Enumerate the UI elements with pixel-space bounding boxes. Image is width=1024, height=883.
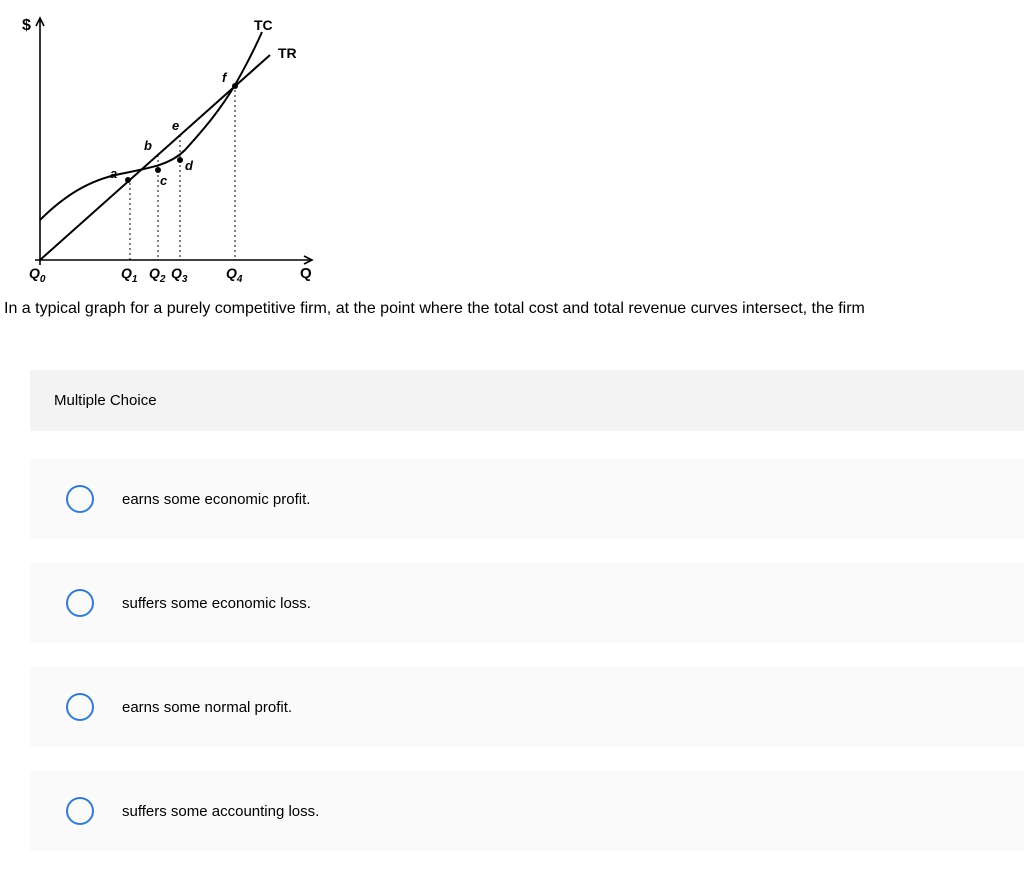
point-c: c (160, 173, 168, 188)
tc-label: TC (254, 17, 273, 33)
economics-graph: $ Q TR TC a c d b e f Q0 Q1 Q2 Q3 Q4 (10, 10, 330, 290)
question-text: In a typical graph for a purely competit… (0, 294, 1024, 320)
point-b: b (144, 138, 152, 153)
q0-label: Q0 (29, 265, 46, 285)
tr-label: TR (278, 45, 297, 61)
radio-icon[interactable] (66, 797, 94, 825)
choice-label: earns some economic profit. (122, 491, 310, 508)
multiple-choice-header: Multiple Choice (30, 370, 1024, 431)
x-axis-label: Q (300, 265, 312, 282)
choice-option[interactable]: earns some economic profit. (30, 459, 1024, 539)
q2-label: Q2 (149, 265, 166, 285)
choice-label: suffers some economic loss. (122, 595, 311, 612)
point-e: e (172, 118, 179, 133)
q4-label: Q4 (226, 265, 243, 285)
choice-label: suffers some accounting loss. (122, 803, 319, 820)
q1-label: Q1 (121, 265, 138, 285)
point-f: f (222, 70, 228, 85)
point-d: d (185, 158, 194, 173)
radio-icon[interactable] (66, 485, 94, 513)
answers-section: Multiple Choice earns some economic prof… (0, 370, 1024, 851)
point-a: a (110, 166, 117, 181)
y-axis-label: $ (22, 17, 31, 34)
choice-option[interactable]: suffers some economic loss. (30, 563, 1024, 643)
graph-container: $ Q TR TC a c d b e f Q0 Q1 Q2 Q3 Q4 (0, 0, 1024, 294)
choice-label: earns some normal profit. (122, 699, 292, 716)
radio-icon[interactable] (66, 693, 94, 721)
choice-option[interactable]: earns some normal profit. (30, 667, 1024, 747)
q3-label: Q3 (171, 265, 188, 285)
radio-icon[interactable] (66, 589, 94, 617)
choice-option[interactable]: suffers some accounting loss. (30, 771, 1024, 851)
